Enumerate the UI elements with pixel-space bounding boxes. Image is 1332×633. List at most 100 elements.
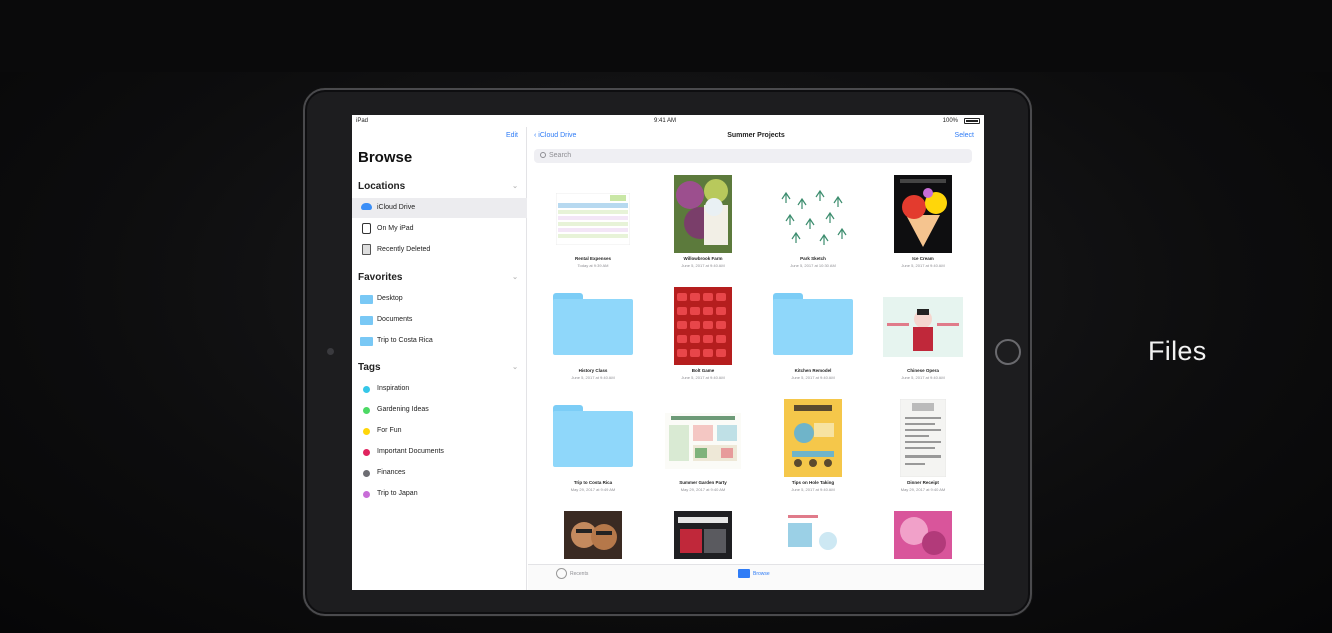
file-date: June 5, 2017 at 9:40 AM <box>901 263 945 268</box>
icecream-thumbnail <box>894 175 952 253</box>
file-name: Ice Cream <box>912 256 934 261</box>
search-input[interactable]: Search <box>534 149 972 163</box>
file-tile[interactable]: Tips on Hole Taking June 5, 2017 at 9:40… <box>758 395 868 507</box>
file-name: History Class <box>578 368 608 373</box>
folder-tile[interactable]: Trip to Costa Rica May 29, 2017 at 9:49 … <box>538 395 648 507</box>
file-name: Tips on Hole Taking <box>791 480 835 485</box>
folder-tile[interactable]: Kitchen Remodel June 5, 2017 at 9:40 AM <box>758 283 868 395</box>
opera-thumbnail <box>883 297 963 357</box>
battery-percent: 100% <box>942 118 958 124</box>
folder-icon <box>553 293 633 355</box>
carrier: iPad <box>356 118 369 124</box>
file-tile[interactable]: Chinese Opera June 5, 2017 at 9:40 AM <box>868 283 978 395</box>
ipad-screen: iPad 9:41 AM 100% Edit Browse Locations … <box>352 115 984 590</box>
receipt-thumbnail <box>900 399 946 477</box>
file-date: June 5, 2017 at 9:40 AM <box>901 375 945 380</box>
sidebar-tag-gardening-ideas[interactable]: Gardening Ideas <box>352 400 527 420</box>
sidebar-tag-inspiration[interactable]: Inspiration <box>352 379 527 399</box>
sidebar-tag-important-documents[interactable]: Important Documents <box>352 442 527 462</box>
folder-icon <box>360 337 373 346</box>
file-date: June 5, 2017 at 9:40 AM <box>681 263 725 268</box>
photo-thumbnail <box>894 511 952 559</box>
ipad-device: iPad 9:41 AM 100% Edit Browse Locations … <box>303 88 1032 616</box>
folder-icon <box>360 295 373 304</box>
top-band <box>0 0 1332 72</box>
tab-recents[interactable]: Recents <box>570 571 588 577</box>
folder-icon <box>773 293 853 355</box>
file-date: June 5, 2017 at 10:30 AM <box>790 263 836 268</box>
tab-bar: Recents Browse <box>528 564 984 590</box>
file-name: Summer Garden Party <box>679 480 727 485</box>
tag-dot-icon <box>363 491 370 498</box>
edit-button[interactable]: Edit <box>506 132 518 139</box>
file-name: Trip to Costa Rica <box>573 480 613 485</box>
file-tile[interactable]: Bolt Game June 5, 2017 at 9:40 AM <box>648 283 758 395</box>
sidebar-item-trip-to-costa-rica[interactable]: Trip to Costa Rica <box>352 331 527 351</box>
browse-title: Browse <box>358 149 413 166</box>
battery-icon <box>964 118 980 124</box>
file-name: Rental Expenses <box>574 256 611 261</box>
search-icon <box>540 152 546 158</box>
chevron-up-icon[interactable]: ⌄ <box>512 182 518 190</box>
file-date: May 29, 2017 at 9:40 AM <box>680 487 726 492</box>
file-tile[interactable]: Rental Expenses Today at 9:39 AM <box>538 171 648 283</box>
sidebar-item-desktop[interactable]: Desktop <box>352 289 527 309</box>
file-date: May 29, 2017 at 9:49 AM <box>570 487 616 492</box>
home-button[interactable] <box>995 339 1021 365</box>
tag-dot-icon <box>363 407 370 414</box>
file-date: May 29, 2017 at 9:40 AM <box>900 487 946 492</box>
file-date: June 5, 2017 at 9:40 AM <box>681 375 725 380</box>
status-time: 9:41 AM <box>654 118 677 124</box>
file-tile[interactable]: Willowbrook Farm June 5, 2017 at 9:40 AM <box>648 171 758 283</box>
chevron-up-icon[interactable]: ⌄ <box>512 363 518 371</box>
photo-thumbnail <box>564 511 622 559</box>
file-name: Willowbrook Farm <box>683 256 723 261</box>
garden-thumbnail <box>665 413 741 469</box>
sketch-thumbnail <box>776 187 850 247</box>
photo-thumbnail <box>674 287 732 365</box>
status-bar: iPad 9:41 AM 100% <box>352 115 984 127</box>
select-button[interactable]: Select <box>955 132 974 139</box>
file-tile[interactable]: Summer Garden Party May 29, 2017 at 9:40… <box>648 395 758 507</box>
sidebar-item-documents[interactable]: Documents <box>352 310 527 330</box>
file-tile[interactable]: Dinner Receipt May 29, 2017 at 9:40 AM <box>868 395 978 507</box>
file-tile[interactable]: Park Sketch June 5, 2017 at 10:30 AM <box>758 171 868 283</box>
browse-folder-icon <box>738 569 750 578</box>
sidebar: Edit Browse Locations ⌄ iCloud Drive On … <box>352 127 527 590</box>
sidebar-item-icloud-drive[interactable]: iCloud Drive <box>352 198 527 218</box>
folder-title: Summer Projects <box>727 132 785 139</box>
sidebar-tag-finances[interactable]: Finances <box>352 463 527 483</box>
file-name: Chinese Opera <box>907 368 939 373</box>
sidebar-item-on-my-ipad[interactable]: On My iPad <box>352 219 527 239</box>
file-date: June 5, 2017 at 9:40 AM <box>791 487 835 492</box>
sidebar-item-recently-deleted[interactable]: Recently Deleted <box>352 240 527 260</box>
spreadsheet-thumbnail <box>556 193 630 245</box>
tags-header[interactable]: Tags ⌄ <box>358 362 518 373</box>
poster-thumbnail <box>674 175 732 253</box>
cloud-icon <box>361 203 372 210</box>
chevron-up-icon[interactable]: ⌄ <box>512 273 518 281</box>
file-grid: Rental Expenses Today at 9:39 AM Willowb… <box>528 171 984 559</box>
photo-thumbnail <box>674 511 732 559</box>
tag-dot-icon <box>363 386 370 393</box>
clock-icon <box>556 568 567 579</box>
main-pane: ‹ iCloud Drive Summer Projects Select Se… <box>528 127 984 590</box>
tag-dot-icon <box>363 449 370 456</box>
folder-icon <box>360 316 373 325</box>
favorites-header[interactable]: Favorites ⌄ <box>358 272 518 283</box>
file-name: Dinner Receipt <box>907 480 939 485</box>
sidebar-tag-for-fun[interactable]: For Fun <box>352 421 527 441</box>
doc-thumbnail <box>784 511 842 559</box>
slide-title: Files <box>1148 336 1207 366</box>
sidebar-tag-trip-to-japan[interactable]: Trip to Japan <box>352 484 527 504</box>
tab-browse[interactable]: Browse <box>753 571 770 577</box>
locations-header[interactable]: Locations ⌄ <box>358 181 518 192</box>
file-tile[interactable]: Ice Cream June 5, 2017 at 9:40 AM <box>868 171 978 283</box>
file-name: Bolt Game <box>691 368 715 373</box>
file-date: Today at 9:39 AM <box>577 263 609 268</box>
file-name: Park Sketch <box>800 256 826 261</box>
ipad-icon <box>362 223 371 234</box>
tag-dot-icon <box>363 428 370 435</box>
file-name: Kitchen Remodel <box>794 368 832 373</box>
folder-tile[interactable]: History Class June 5, 2017 at 9:40 AM <box>538 283 648 395</box>
